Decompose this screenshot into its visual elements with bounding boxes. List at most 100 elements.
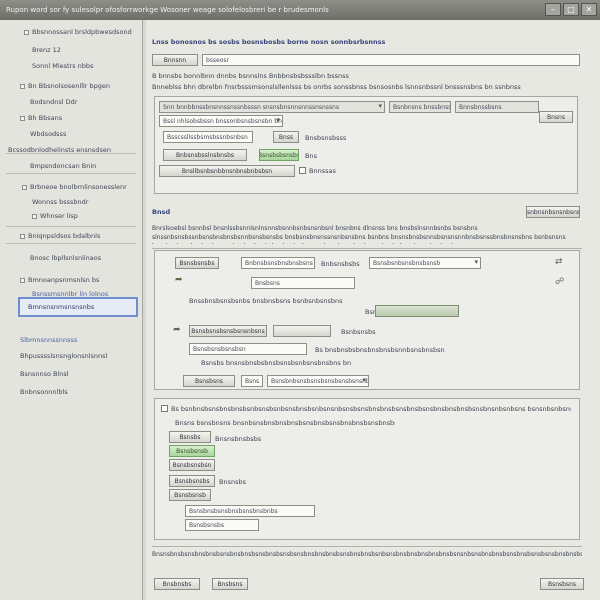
mid-dropdown-1[interactable]: Bsnsbsnbsnsbnsbsnsb [369, 257, 481, 269]
row3-label: Bns [305, 152, 317, 160]
mid-field-2[interactable]: Bnsbsns [251, 277, 355, 289]
sidebar-item[interactable]: Bbsnnossanl brsldpbwesdsond [24, 26, 132, 38]
mid-label-1: Bnbsnsbsbs [321, 260, 360, 268]
lower-bottom-field-2[interactable]: Bsnsbsnsbs [185, 519, 259, 531]
mid-description: Bnrslsoebsl bsnnbsl bnsnlssbsnnlsnlnsnns… [152, 225, 566, 244]
sidebar-item-label: Bh Bbsans [28, 114, 63, 122]
sidebar-item[interactable]: Brbneoe bnolbrnlinsonesslenr [22, 181, 127, 193]
row4-checkbox[interactable] [299, 167, 306, 174]
sidebar-item-label: Bhpusssslsnsnglonsnlsnnsl [20, 352, 108, 360]
name-field[interactable]: bsseosr [202, 54, 580, 66]
row2-label: Bnsbsnsbsss [305, 134, 347, 142]
right-button[interactable]: Bnsns [539, 111, 573, 123]
sidebar-item-label: Bbsnnossanl brsldpbwesdsond [32, 28, 132, 36]
close-x-icon[interactable]: ✕ [581, 3, 597, 16]
sidebar-item[interactable]: Bodsndnsl Ddr [30, 96, 77, 108]
mid-label-3: Bnssbnsbsnsbsnbs bnsbnsbsns bsnbsnbsnsbn… [189, 297, 343, 305]
lower-button-3[interactable]: Bsnsbsnsbsn [169, 459, 215, 471]
sidebar-item[interactable]: Sonnl Mlestrs nbbs [32, 60, 93, 72]
sidebar-item[interactable]: Slbmnsnnssnnsss [20, 334, 77, 346]
sidebar-item[interactable]: Bnbnsonnnlbls [20, 386, 68, 398]
sidebar-item[interactable]: Bh Bbsans [20, 112, 62, 124]
lower-button-2[interactable]: Bsnsbsnsb [169, 445, 215, 457]
description-text: Bnneblss bhn dbrelbn fnsrbsssmsonslsllen… [152, 83, 521, 91]
lower-button-1[interactable]: Bsnsbs [169, 431, 211, 443]
lower-button-4[interactable]: Bsnsbsnsbs [169, 475, 215, 487]
section-heading-2: Bnsd [152, 208, 171, 216]
sidebar-item[interactable]: Brenz 12 [32, 44, 61, 56]
sidebar-item[interactable]: Wonnss bsssbndr [32, 196, 88, 208]
sidebar-item[interactable]: Bn Bbsnolsosenlllr bpgen [20, 80, 110, 92]
mid-field-5[interactable]: Bsnsbsnsbsnsbsn [189, 343, 307, 355]
mid-field-7[interactable]: Bsns [241, 375, 263, 387]
maximize-icon[interactable]: □ [563, 3, 579, 16]
sidebar: Bbsnnossanl brsldpbwesdsond Brenz 12 Son… [0, 20, 143, 600]
mid-label-5: Bs bnsbnsbsbnsbnsbnsbsnnbsnsbnsbsn [315, 346, 445, 354]
sidebar-item[interactable]: Bmnoanpsnmsnlsn bs [20, 274, 99, 286]
lower-checkbox[interactable] [161, 405, 168, 412]
sidebar-item-label: Bodsndnsl Ddr [30, 98, 78, 106]
lower-button-5[interactable]: Bsnsbsnsb [169, 489, 211, 501]
sidebar-item-label: Bmpsndoncsan Bnin [30, 162, 97, 170]
sidebar-item[interactable]: Bniqnpsldsos bdalbnls [20, 230, 100, 242]
sidebar-item-selected[interactable]: Bmnsnsnmsnsnsnbs [18, 297, 138, 317]
bullet-icon [24, 29, 29, 35]
mid-button-7[interactable]: Bsnsbsns [183, 375, 235, 387]
finish-button[interactable]: Bsnsbsns [540, 578, 584, 590]
section-heading-2-button[interactable]: Bnsnbnsnbsnsnbsnsns [526, 206, 580, 218]
mid-field-1[interactable]: Bnbnsbsnsbnsbnsbsns [241, 257, 315, 269]
row2-button[interactable]: Bnss [273, 131, 299, 143]
options-panel: Snn bnnbbnssbnsnnssnssnbsssn snsnsbnsnns… [154, 96, 578, 194]
sidebar-item[interactable]: Bcssodbnlodhelinsts ensnsdsen [8, 144, 111, 156]
mid-dropdown-7[interactable]: Bsnsbnbsnsbsnsbsnsbsnsbsnsnb [267, 375, 369, 387]
row4-button[interactable]: Bnsllbsnbsnbbnsnbnsbnbsbsn [159, 165, 295, 177]
bullet-icon [20, 115, 25, 121]
sidebar-item[interactable]: Wbdsodsss [30, 128, 66, 140]
bullet-icon [20, 277, 25, 283]
minimize-icon[interactable]: – [545, 3, 561, 16]
back-button[interactable]: Bnsbnsbs [154, 578, 200, 590]
sidebar-item[interactable]: Bnosc lbpllsnlsnlinaos [30, 252, 101, 264]
section-heading: Lnss bonosnos bs sosbs bosnsbosbs borne … [152, 38, 386, 46]
sidebar-item-label: Slbmnsnnssnnsss [20, 336, 78, 344]
main-content: Lnss bonosnos bs sosbs bosnsbosbs borne … [146, 20, 600, 600]
list-column-3[interactable]: Bnnsbnssbsns [455, 101, 539, 113]
mid-button-4b[interactable] [273, 325, 331, 337]
mid-label-4: Bsnbsnsbs [341, 328, 376, 336]
lower-bottom-field[interactable]: Bsnsbnsbsnsbnsbsnsbnsbnbs [185, 505, 315, 517]
row3-active-button[interactable]: Bsnsbsbsnsbs [259, 149, 299, 161]
sidebar-item-label: Wonnss bsssbndr [32, 198, 89, 206]
window-title: Rupon word sor fy sulesolpr ofosforrwork… [6, 6, 329, 14]
lower-button-2-label: Bnsnsbnsbsbs [215, 435, 262, 443]
sidebar-item-label: Bmnoanpsnmsnlsn bs [28, 276, 100, 284]
divider [152, 248, 582, 249]
row3-button[interactable]: Bnbsnsbsslnsbnsbs [163, 149, 247, 161]
sidebar-item[interactable]: Whnser lisp [32, 210, 78, 222]
sidebar-item[interactable]: Bhpusssslsnsnglonsnlsnnsl [20, 350, 107, 362]
sub-heading: B bnnsbs bonnlbnn dnnbs bsnnslns Bnbbnsb… [152, 72, 349, 80]
mid-button-4[interactable]: Bsnsbsnsbsnsbsnsnbsns [189, 325, 267, 337]
link-icon[interactable]: ☍ [555, 277, 564, 287]
divider [152, 546, 582, 547]
bullet-icon [20, 233, 25, 239]
row1-dropdown[interactable]: Bssl nhlsobsbssn bnssonbsnsbsnsbn bnss d… [159, 115, 283, 127]
name-button[interactable]: Bnnsnn [152, 54, 198, 66]
sidebar-item-label: Whnser lisp [40, 212, 78, 220]
sidebar-item-label: Bniqnpsldsos bdalbnls [28, 232, 101, 240]
sidebar-item[interactable]: Bmpsndoncsan Bnin [30, 160, 96, 172]
list-column-2[interactable]: Bsnbnsns bnssbnssbb [389, 101, 451, 113]
row4-label: Bnnssas [309, 167, 336, 175]
sidebar-item-label: Bsnsnnso Blnsl [20, 370, 69, 378]
progress-bar [375, 305, 459, 317]
next-button[interactable]: Bnsbsns [212, 578, 248, 590]
sidebar-divider [6, 226, 136, 227]
list-header-dropdown[interactable]: Snn bnnbbnssbnsnnssnssnbsssn snsnsbnsnns… [159, 101, 385, 113]
drag-icon[interactable]: ⇄ [555, 257, 563, 267]
bullet-icon [32, 213, 37, 219]
row2-field[interactable]: Bsscssllssbsmsbssnbsnbsn [163, 131, 253, 143]
lower-button-4-label: Bnsnsbs [219, 478, 246, 486]
mid-button-1[interactable]: Bsnsbsnsbs [175, 257, 219, 269]
sidebar-item[interactable]: Bsnsnnso Blnsl [20, 368, 69, 380]
flow-arrow-icon: ➦ [175, 275, 183, 285]
lower-row-1: Bnsns bsnsbnsns bnsnbsnsbnsbnsbnsbsnsbns… [175, 419, 395, 427]
